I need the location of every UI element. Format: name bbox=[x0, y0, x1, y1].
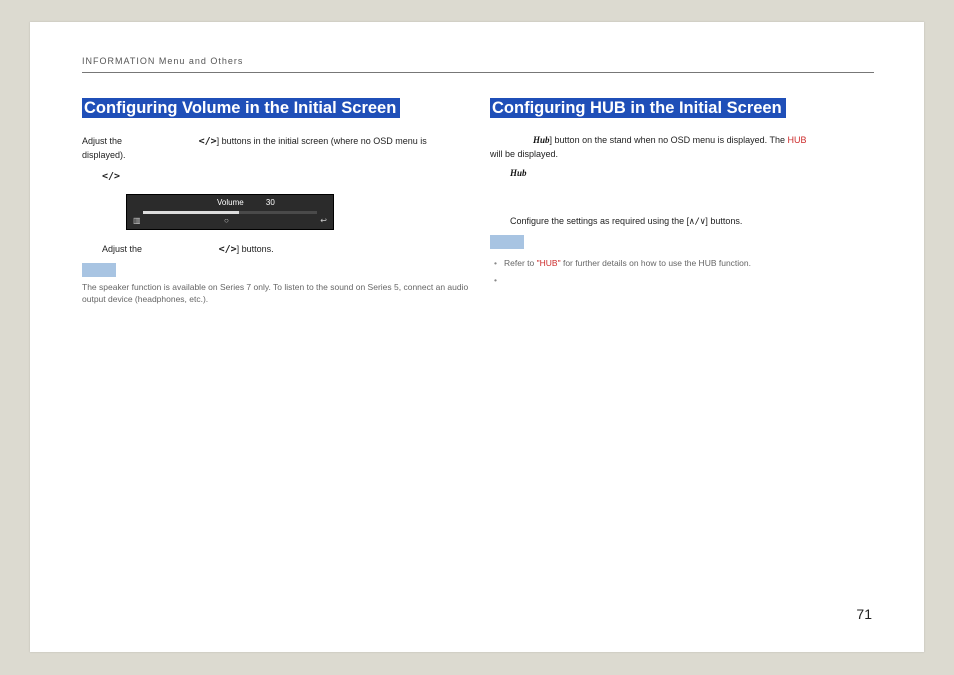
hidden-text: Press the [ bbox=[490, 135, 533, 145]
list-item: Refer to "HUB" for further details on ho… bbox=[494, 257, 880, 270]
right-step1: Hub bbox=[510, 167, 880, 181]
return-icon: ↩ bbox=[320, 215, 327, 227]
right-intro: Press the [Hub] button on the stand when… bbox=[490, 134, 880, 161]
list-item: . bbox=[494, 274, 880, 287]
hidden-text: Volume using the [ bbox=[145, 244, 219, 254]
hub-icon: Hub bbox=[533, 135, 550, 145]
note-text: The speaker function is available on Ser… bbox=[82, 281, 472, 307]
indicator-icon: ○ bbox=[224, 215, 229, 227]
horizontal-rule bbox=[82, 72, 874, 73]
page-number: 71 bbox=[856, 606, 872, 622]
note-list: Refer to "HUB" for further details on ho… bbox=[494, 257, 880, 287]
left-column: Configuring Volume in the Initial Screen… bbox=[82, 96, 472, 306]
hub-red: HUB bbox=[788, 135, 807, 145]
txt: Refer to bbox=[504, 258, 537, 268]
right-note: . Refer to "HUB" for further details on … bbox=[490, 235, 880, 287]
left-right-icon: </> bbox=[102, 171, 120, 182]
right-step2: Configure the settings as required using… bbox=[510, 215, 880, 230]
volume-label: Volume 30 bbox=[217, 197, 275, 209]
txt: ] buttons. bbox=[705, 216, 742, 226]
left-note: . The speaker function is available on S… bbox=[82, 263, 472, 307]
txt: Adjust the bbox=[82, 136, 125, 146]
left-intro: Adjust the Volume using the [</>] button… bbox=[82, 134, 472, 163]
volume-fill bbox=[143, 211, 239, 214]
volume-bar: Volume 30 ▥ ○ ↩ bbox=[126, 194, 334, 230]
mute-icon: ▥ bbox=[133, 215, 141, 227]
hub-link: "HUB" bbox=[537, 258, 561, 268]
hidden-text: Volume using the [ bbox=[125, 136, 199, 146]
txt: ] button on the stand when no OSD menu i… bbox=[550, 135, 788, 145]
left-step1: </> bbox=[102, 169, 472, 184]
right-column: Configuring HUB in the Initial Screen Pr… bbox=[490, 96, 880, 291]
left-right-icon: </> bbox=[199, 136, 217, 147]
heading-left-text: Configuring Volume in the Initial Screen bbox=[82, 98, 400, 118]
txt: for further details on how to use the HU… bbox=[561, 258, 751, 268]
heading-right: Configuring HUB in the Initial Screen bbox=[490, 96, 880, 120]
hub-icon: Hub bbox=[510, 168, 527, 178]
heading-right-text: Configuring HUB in the Initial Screen bbox=[490, 98, 786, 118]
document-page: INFORMATION Menu and Others Configuring … bbox=[30, 22, 924, 652]
section-header: INFORMATION Menu and Others bbox=[82, 56, 243, 66]
note-tag: . bbox=[490, 235, 524, 249]
hidden-text: . bbox=[504, 275, 506, 285]
txt: ] buttons. bbox=[237, 244, 274, 254]
volume-value: 30 bbox=[266, 198, 275, 207]
txt: Configure the settings as required using… bbox=[510, 216, 689, 226]
txt: will be displayed. bbox=[490, 149, 558, 159]
heading-left: Configuring Volume in the Initial Screen bbox=[82, 96, 472, 120]
left-right-icon: </> bbox=[219, 244, 237, 255]
hidden-text: menu bbox=[807, 135, 832, 145]
volume-track bbox=[143, 211, 317, 214]
txt: Volume bbox=[217, 198, 244, 207]
left-step2: Adjust the Volume using the [</>] button… bbox=[102, 242, 472, 257]
note-tag: . bbox=[82, 263, 116, 277]
up-down-icon: ∧/∨ bbox=[689, 217, 705, 227]
txt: Adjust the bbox=[102, 244, 145, 254]
volume-osd-graphic: Volume 30 ▥ ○ ↩ bbox=[126, 194, 332, 230]
